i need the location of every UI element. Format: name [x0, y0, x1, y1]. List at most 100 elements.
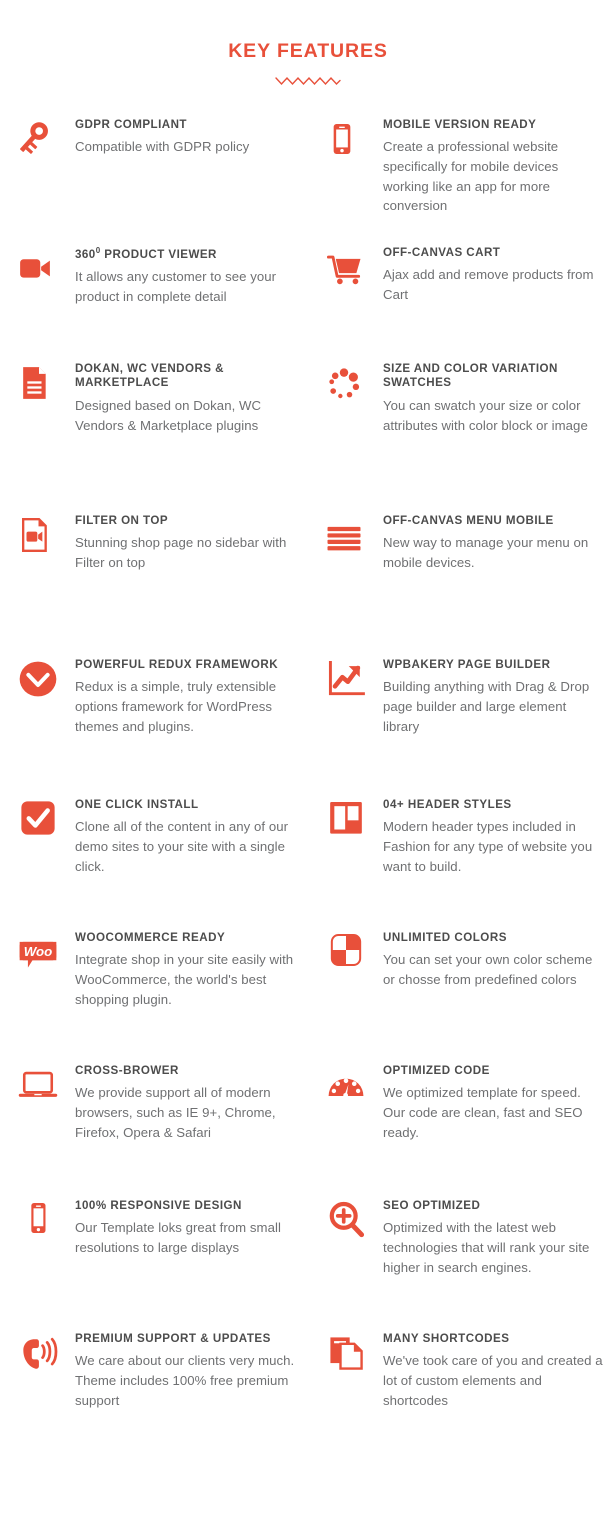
feature-item-size-and-color-variation-swatches: SIZE AND COLOR VARIATION SWATCHES You ca…: [308, 361, 616, 513]
feature-item-dokan-wc-vendors-marketplace: DOKAN, WC VENDORS & MARKETPLACE Designed…: [0, 361, 308, 513]
feature-title: SEO OPTIMIZED: [383, 1199, 481, 1212]
feature-title: DOKAN, WC VENDORS & MARKETPLACE: [75, 362, 224, 390]
feature-text: 100% RESPONSIVE DESIGN Our Template loks…: [62, 1198, 298, 1258]
feature-description: We've took care of you and created a lot…: [383, 1353, 603, 1408]
primary-features-section: GDPR COMPLIANT Compatible with GDPR poli…: [0, 117, 616, 603]
feature-item-cross-brower: CROSS-BROWER We provide support all of m…: [0, 1063, 308, 1198]
feature-item-seo-optimized: SEO OPTIMIZED Optimized with the latest …: [308, 1198, 616, 1331]
feature-text: SIZE AND COLOR VARIATION SWATCHES You ca…: [370, 361, 606, 435]
feature-item-filter-on-top: FILTER ON TOP Stunning shop page no side…: [0, 513, 308, 603]
mobile-phone-icon: [322, 117, 370, 165]
feature-title: 100% RESPONSIVE DESIGN: [75, 1199, 242, 1212]
feature-description: New way to manage your menu on mobile de…: [383, 535, 589, 571]
redux-chevron-circle-icon: [14, 657, 62, 705]
feature-row: DOKAN, WC VENDORS & MARKETPLACE Designed…: [0, 361, 616, 513]
feature-title: CROSS-BROWER: [75, 1064, 179, 1077]
feature-text: WPBAKERY PAGE BUILDER Building anything …: [370, 657, 606, 736]
feature-item-off-canvas-cart: OFF-CANVAS CART Ajax add and remove prod…: [308, 245, 616, 361]
feature-item-mobile-version-ready: MOBILE VERSION READY Create a profession…: [308, 117, 616, 245]
feature-title-rest: PRODUCT VIEWER: [100, 247, 217, 261]
feature-description: We optimized template for speed. Our cod…: [383, 1085, 583, 1140]
copy-documents-icon: [322, 1331, 370, 1379]
feature-title-number: 360: [75, 247, 96, 261]
feature-item-woocommerce-ready: Woo WOOCOMMERCE READY Integrate shop in …: [0, 930, 308, 1063]
checker-colors-icon: [322, 930, 370, 978]
video-camera-icon: [14, 245, 62, 293]
feature-text: SEO OPTIMIZED Optimized with the latest …: [370, 1198, 606, 1277]
feature-item-04-header-styles: 04+ HEADER STYLES Modern header types in…: [308, 797, 616, 930]
feature-description: Clone all of the content in any of our d…: [75, 819, 289, 874]
feature-title: OFF-CANVAS CART: [383, 246, 501, 259]
feature-text: CROSS-BROWER We provide support all of m…: [62, 1063, 298, 1142]
speedometer-icon: [322, 1063, 370, 1111]
check-square-icon: [14, 797, 62, 845]
feature-text: ONE CLICK INSTALL Clone all of the conte…: [62, 797, 298, 876]
feature-description: Building anything with Drag & Drop page …: [383, 679, 590, 734]
wavy-divider-icon: [275, 76, 341, 86]
feature-text: OFF-CANVAS CART Ajax add and remove prod…: [370, 245, 606, 305]
feature-description: Compatible with GDPR policy: [75, 139, 250, 155]
color-swatch-dots-icon: [322, 361, 370, 409]
feature-title: OPTIMIZED CODE: [383, 1064, 490, 1077]
feature-description: Redux is a simple, truly extensible opti…: [75, 679, 277, 734]
feature-title: FILTER ON TOP: [75, 514, 169, 527]
feature-row: PREMIUM SUPPORT & UPDATES We care about …: [0, 1331, 616, 1451]
feature-item-one-click-install: ONE CLICK INSTALL Clone all of the conte…: [0, 797, 308, 930]
feature-item-unlimited-colors: UNLIMITED COLORS You can set your own co…: [308, 930, 616, 1063]
smartphone-icon: [14, 1198, 62, 1246]
magnifier-plus-icon: [322, 1198, 370, 1246]
laptop-icon: [14, 1063, 62, 1111]
feature-row: 100% RESPONSIVE DESIGN Our Template loks…: [0, 1198, 616, 1331]
feature-item-many-shortcodes: MANY SHORTCODES We've took care of you a…: [308, 1331, 616, 1451]
feature-item-100-responsive-design: 100% RESPONSIVE DESIGN Our Template loks…: [0, 1198, 308, 1331]
feature-item-off-canvas-menu-mobile: OFF-CANVAS MENU MOBILE New way to manage…: [308, 513, 616, 603]
feature-row: ONE CLICK INSTALL Clone all of the conte…: [0, 797, 616, 930]
feature-text: PREMIUM SUPPORT & UPDATES We care about …: [62, 1331, 298, 1410]
feature-description: You can swatch your size or color attrib…: [383, 397, 588, 433]
feature-description: Integrate shop in your site easily with …: [75, 952, 294, 1007]
feature-description: Ajax add and remove products from Cart: [383, 267, 594, 303]
feature-text: 04+ HEADER STYLES Modern header types in…: [370, 797, 606, 876]
feature-title: UNLIMITED COLORS: [383, 931, 507, 944]
feature-description: It allows any customer to see your produ…: [75, 269, 277, 304]
document-lines-icon: [14, 361, 62, 409]
feature-title: GDPR COMPLIANT: [75, 118, 187, 131]
key-icon: [14, 117, 62, 165]
feature-row: POWERFUL REDUX FRAMEWORK Redux is a simp…: [0, 657, 616, 797]
feature-description: Designed based on Dokan, WC Vendors & Ma…: [75, 397, 262, 433]
feature-title: WOOCOMMERCE READY: [75, 931, 226, 944]
woocommerce-logo-icon: Woo: [14, 930, 62, 978]
feature-description: Optimized with the latest web technologi…: [383, 1220, 590, 1275]
feature-text: GDPR COMPLIANT Compatible with GDPR poli…: [62, 117, 298, 157]
feature-description: Stunning shop page no sidebar with Filte…: [75, 535, 287, 571]
feature-title: 3600 PRODUCT VIEWER: [75, 246, 298, 262]
feature-description: Our Template loks great from small resol…: [75, 1220, 281, 1256]
feature-description: We care about our clients very much. The…: [75, 1353, 295, 1408]
feature-text: OFF-CANVAS MENU MOBILE New way to manage…: [370, 513, 606, 573]
feature-description: Create a professional website specifical…: [383, 139, 559, 214]
secondary-features-section: POWERFUL REDUX FRAMEWORK Redux is a simp…: [0, 657, 616, 1451]
feature-text: POWERFUL REDUX FRAMEWORK Redux is a simp…: [62, 657, 298, 736]
phone-ringing-icon: [14, 1331, 62, 1379]
growth-chart-icon: [322, 657, 370, 705]
feature-text: MOBILE VERSION READY Create a profession…: [370, 117, 606, 216]
feature-title: MOBILE VERSION READY: [383, 118, 537, 131]
feature-row: FILTER ON TOP Stunning shop page no side…: [0, 513, 616, 603]
feature-row: GDPR COMPLIANT Compatible with GDPR poli…: [0, 117, 616, 245]
feature-title: PREMIUM SUPPORT & UPDATES: [75, 1332, 271, 1345]
feature-description: Modern header types included in Fashion …: [383, 819, 593, 874]
feature-item-optimized-code: OPTIMIZED CODE We optimized template for…: [308, 1063, 616, 1198]
feature-item-gdpr-compliant: GDPR COMPLIANT Compatible with GDPR poli…: [0, 117, 308, 245]
feature-row: 3600 PRODUCT VIEWER It allows any custom…: [0, 245, 616, 361]
feature-text: FILTER ON TOP Stunning shop page no side…: [62, 513, 298, 573]
feature-text: 3600 PRODUCT VIEWER It allows any custom…: [62, 245, 298, 306]
hamburger-menu-icon: [322, 513, 370, 561]
feature-title: ONE CLICK INSTALL: [75, 798, 199, 811]
feature-row: Woo WOOCOMMERCE READY Integrate shop in …: [0, 930, 616, 1063]
feature-title: POWERFUL REDUX FRAMEWORK: [75, 658, 279, 671]
video-file-icon: [14, 513, 62, 561]
feature-title: SIZE AND COLOR VARIATION SWATCHES: [383, 362, 558, 390]
feature-item-premium-support-updates: PREMIUM SUPPORT & UPDATES We care about …: [0, 1331, 308, 1451]
feature-text: MANY SHORTCODES We've took care of you a…: [370, 1331, 606, 1410]
feature-item-360-product-viewer: 3600 PRODUCT VIEWER It allows any custom…: [0, 245, 308, 361]
